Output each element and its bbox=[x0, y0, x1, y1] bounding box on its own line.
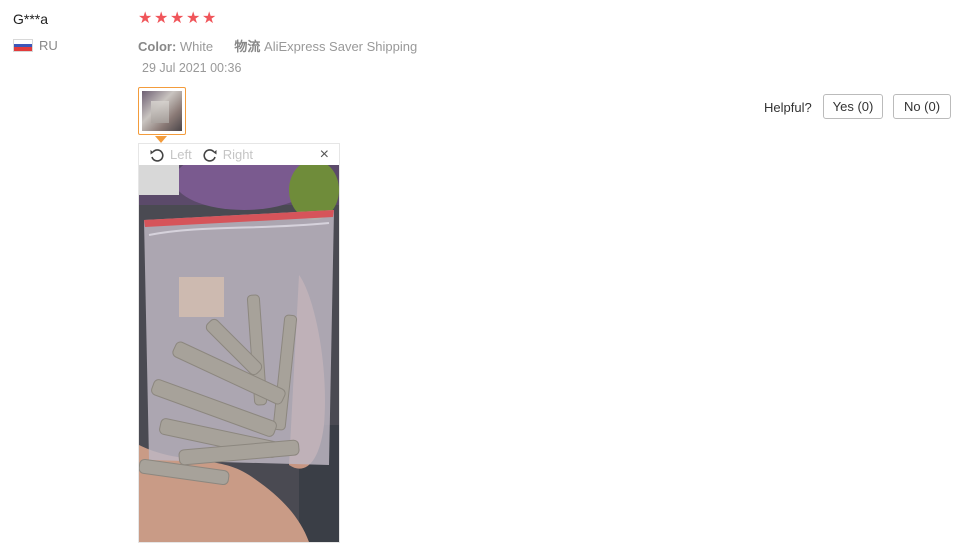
shipping-value: AliExpress Saver Shipping bbox=[264, 39, 418, 54]
review-date: 29 Jul 2021 00:36 bbox=[142, 61, 242, 75]
photo-viewer: Left Right × bbox=[138, 143, 340, 543]
rotate-right-icon bbox=[203, 148, 217, 162]
helpful-yes-button[interactable]: Yes (0) bbox=[823, 94, 883, 119]
star-icon: ★ bbox=[138, 10, 153, 27]
rotate-right-button[interactable]: Right bbox=[202, 147, 253, 163]
close-icon[interactable]: × bbox=[320, 146, 329, 164]
shipping-label: 物流 bbox=[234, 39, 261, 54]
rotate-right-label: Right bbox=[222, 147, 254, 162]
viewer-toolbar: Left Right × bbox=[139, 144, 339, 165]
rating-stars: ★ ★ ★ ★ ★ bbox=[138, 10, 217, 27]
star-icon: ★ bbox=[154, 10, 169, 27]
thumbnail-pointer bbox=[155, 136, 167, 143]
color-label: Color: bbox=[138, 39, 177, 54]
country-code: RU bbox=[39, 38, 58, 53]
thumbnail-image bbox=[142, 91, 182, 131]
star-icon: ★ bbox=[202, 10, 217, 27]
rotate-left-button[interactable]: Left bbox=[149, 147, 192, 163]
rotate-left-label: Left bbox=[170, 147, 192, 162]
review-attributes: Color: White 物流 AliExpress Saver Shippin… bbox=[138, 36, 417, 55]
reviewer-name: G***a bbox=[13, 11, 49, 27]
reviewer-country: RU bbox=[13, 38, 58, 53]
review-photo-thumbnail[interactable] bbox=[138, 87, 186, 135]
review-photo bbox=[139, 165, 339, 542]
helpful-label: Helpful? bbox=[764, 100, 812, 115]
color-value: White bbox=[179, 39, 214, 54]
helpful-no-button[interactable]: No (0) bbox=[893, 94, 951, 119]
rotate-left-icon bbox=[150, 148, 164, 162]
star-icon: ★ bbox=[186, 10, 201, 27]
star-icon: ★ bbox=[170, 10, 185, 27]
photo-image bbox=[139, 165, 339, 542]
russia-flag-icon bbox=[13, 39, 33, 52]
